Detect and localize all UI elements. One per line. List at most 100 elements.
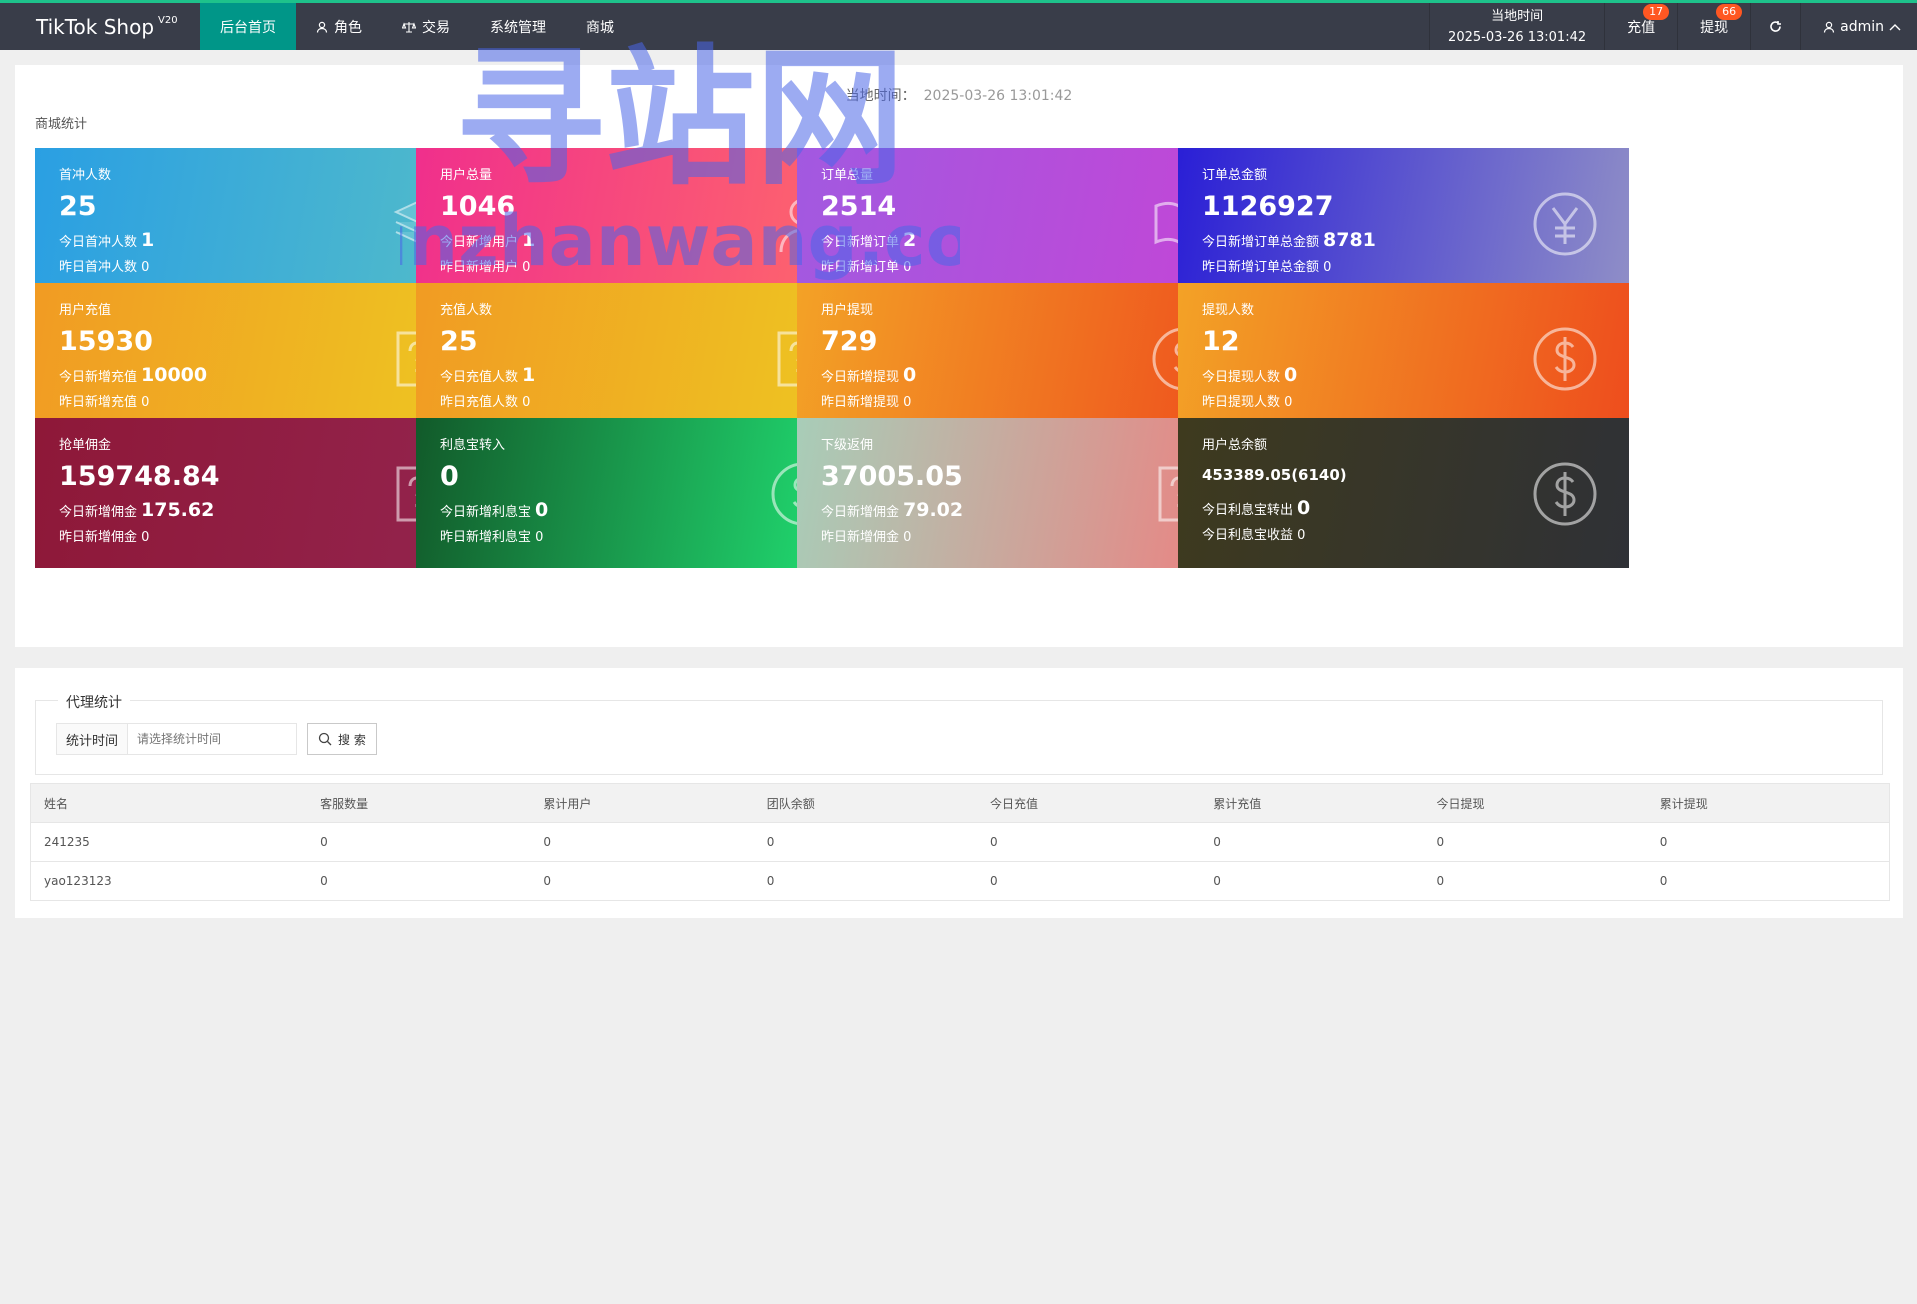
stat-today-value: 2 (903, 229, 917, 251)
nav-role[interactable]: 角色 (296, 3, 382, 50)
recharge-link[interactable]: 充值 17 (1605, 3, 1679, 50)
dollar-icon (1533, 462, 1597, 526)
table-cell: 0 (976, 861, 1201, 901)
agent-stats-card: 代理统计 统计时间 搜 索 姓名客服数量累计用户团队余额今日充值累计充值今日提现… (15, 668, 1903, 918)
column-header[interactable]: 团队余额 (753, 783, 977, 823)
table-cell: 241235 (30, 822, 308, 862)
stat-today-label: 今日提现人数 (1202, 370, 1281, 385)
search-row: 统计时间 搜 索 (56, 723, 377, 755)
table-cell: 0 (1646, 822, 1890, 862)
stat-label: 订单总量 (821, 168, 874, 183)
stat-today-value: 175.62 (141, 499, 215, 521)
nav-system-label: 系统管理 (490, 19, 546, 36)
stat-yesterday: 昨日新增利息宝 0 (440, 530, 544, 545)
stat-today-value: 79.02 (903, 499, 964, 521)
column-header[interactable]: 累计用户 (530, 783, 754, 823)
nav-home-label: 后台首页 (220, 19, 276, 36)
stat-today-value: 0 (903, 364, 917, 386)
stat-today-value: 0 (1297, 497, 1311, 519)
table-cell: 0 (1646, 861, 1890, 901)
clock-title: 当地时间 (1491, 8, 1544, 24)
search-button[interactable]: 搜 索 (307, 723, 377, 755)
column-header[interactable]: 累计充值 (1200, 783, 1424, 823)
stat-yesterday: 昨日新增提现 0 (821, 395, 912, 410)
dollar-icon (1533, 327, 1597, 391)
user-icon (1824, 21, 1835, 33)
stat-today-value: 10000 (141, 364, 208, 386)
user-menu[interactable]: admin (1801, 3, 1917, 50)
table-cell: 0 (753, 861, 977, 901)
stat-today-label: 今日新增佣金 (821, 505, 900, 520)
refresh-button[interactable] (1751, 3, 1802, 50)
stat-label: 用户总余额 (1202, 438, 1268, 453)
stat-yesterday: 昨日提现人数 0 (1202, 395, 1293, 410)
stat-yesterday: 昨日新增充值 0 (59, 395, 150, 410)
table-row[interactable]: yao123123 0 0 0 0 0 0 0 (30, 861, 1890, 901)
stat-today-label: 今日首冲人数 (59, 235, 138, 250)
stat-today-label: 今日利息宝转出 (1202, 503, 1294, 518)
table-cell: yao123123 (30, 861, 308, 901)
stat-today-label: 今日新增佣金 (59, 505, 138, 520)
nav-mall[interactable]: 商城 (566, 3, 634, 50)
stat-card: 用户总余额 453389.05(6140) 今日利息宝转出 0 今日利息宝收益 0 (1178, 418, 1629, 568)
nav-role-label: 角色 (334, 19, 362, 36)
stat-today-value: 0 (1284, 364, 1298, 386)
stat-today-value: 1 (141, 229, 155, 251)
table-cell: 0 (976, 822, 1201, 862)
table-cell: 0 (753, 822, 977, 862)
scale-icon (402, 21, 416, 33)
table-cell: 0 (530, 861, 754, 901)
user-icon (316, 21, 328, 33)
search-icon (318, 732, 332, 746)
brand-logo[interactable]: TikTok Shop V20 (0, 3, 200, 50)
stat-today-label: 今日新增充值 (59, 370, 138, 385)
column-header[interactable]: 今日充值 (976, 783, 1201, 823)
header-clock: 当地时间 2025-03-26 13:01:42 (1429, 3, 1606, 50)
stat-label: 充值人数 (440, 303, 493, 318)
date-input[interactable] (127, 723, 298, 755)
nav-home[interactable]: 后台首页 (200, 3, 296, 50)
stat-today-value: 8781 (1323, 229, 1376, 251)
table-cell: 0 (307, 861, 531, 901)
stat-label: 用户提现 (821, 303, 874, 318)
stat-today-value: 1 (522, 364, 536, 386)
stat-label: 下级返佣 (821, 438, 874, 453)
stat-yesterday: 昨日新增佣金 0 (821, 530, 912, 545)
recharge-badge: 17 (1643, 4, 1670, 20)
column-header[interactable]: 今日提现 (1423, 783, 1647, 823)
stat-label: 抢单佣金 (59, 438, 112, 453)
stat-today-value: 0 (535, 499, 549, 521)
stats-time: 当地时间： 2025-03-26 13:01:42 (15, 85, 1903, 105)
nav-mall-label: 商城 (586, 19, 614, 36)
nav-trade[interactable]: 交易 (382, 3, 470, 50)
column-header[interactable]: 累计提现 (1646, 783, 1890, 823)
filter-label: 统计时间 (56, 723, 128, 755)
table-cell: 0 (1423, 861, 1647, 901)
withdraw-link[interactable]: 提现 66 (1678, 3, 1752, 50)
stat-card: 提现人数 12 今日提现人数 0 昨日提现人数 0 (1178, 283, 1629, 433)
agent-legend: 代理统计 (58, 692, 130, 712)
column-header[interactable]: 客服数量 (307, 783, 531, 823)
table-cell: 0 (307, 822, 531, 862)
stat-label: 用户充值 (59, 303, 112, 318)
stat-today-label: 今日新增用户 (440, 235, 519, 250)
table-header: 姓名 客服数量 累计用户 团队余额 今日充值 累计充值 今日提现 累计提现 (30, 783, 1890, 823)
stat-today-label: 今日新增订单 (821, 235, 900, 250)
stats-time-label: 当地时间： (845, 88, 916, 104)
table-cell: 0 (1200, 822, 1424, 862)
table-body: 241235 0 0 0 0 0 0 0 yao123123 0 0 0 0 0 0 0 (30, 822, 1890, 901)
stat-yesterday: 昨日新增佣金 0 (59, 530, 150, 545)
column-header[interactable]: 姓名 (30, 783, 308, 823)
nav-system[interactable]: 系统管理 (470, 3, 566, 50)
chevron-up-icon (1889, 23, 1901, 30)
stat-label: 利息宝转入 (440, 438, 506, 453)
nav-trade-label: 交易 (422, 19, 450, 36)
stat-yesterday: 昨日新增订单 0 (821, 260, 912, 275)
stat-today-label: 今日新增提现 (821, 370, 900, 385)
stat-today-label: 今日充值人数 (440, 370, 519, 385)
table-row[interactable]: 241235 0 0 0 0 0 0 0 (30, 822, 1890, 862)
mall-stats-card: 当地时间： 2025-03-26 13:01:42 商城统计 首冲人数 25 今日… (15, 65, 1903, 647)
user-name: admin (1840, 18, 1884, 35)
stat-today-value: 1 (522, 229, 536, 251)
stats-time-value: 2025-03-26 13:01:42 (923, 88, 1073, 104)
